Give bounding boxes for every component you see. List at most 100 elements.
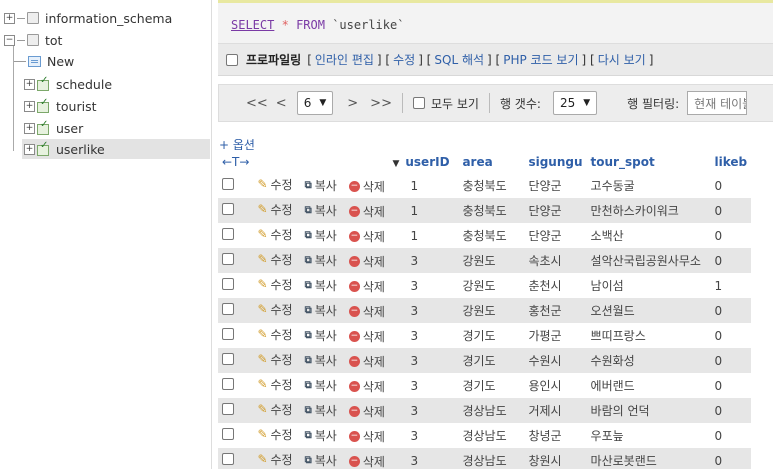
tree-item-tot[interactable]: − tot <box>4 30 62 50</box>
copy-label[interactable]: 복사 <box>315 277 337 294</box>
delete-action[interactable]: − 삭제 <box>348 428 385 445</box>
row-checkbox[interactable] <box>222 403 234 415</box>
table-cell[interactable]: 0 <box>710 298 752 323</box>
table-row[interactable]: ✎ 수정 ⧉ 복사 − 삭제 1 충청북도 단양군 소백산 0 <box>218 223 752 248</box>
edit-label[interactable]: 수정 <box>271 301 293 318</box>
edit-action[interactable]: ✎ 수정 <box>257 176 292 193</box>
first-page-button[interactable]: << <box>246 96 268 111</box>
table-cell[interactable]: 단양군 <box>524 198 587 223</box>
table-cell[interactable]: 경상남도 <box>458 398 525 423</box>
table-cell[interactable]: 1 <box>710 273 752 298</box>
tree-item-user[interactable]: + user <box>24 118 83 138</box>
table-cell[interactable]: 3 <box>406 298 459 323</box>
edit-label[interactable]: 수정 <box>271 276 293 293</box>
edit-label[interactable]: 수정 <box>271 451 293 468</box>
column-arrows-icon[interactable]: ←T→ <box>222 155 249 169</box>
table-cell[interactable]: 고수동굴 <box>586 173 711 198</box>
table-cell[interactable]: 0 <box>710 248 752 273</box>
table-cell[interactable]: 춘천시 <box>524 273 587 298</box>
row-checkbox[interactable] <box>222 328 234 340</box>
table-cell[interactable]: 강원도 <box>458 248 525 273</box>
table-cell[interactable]: 충청북도 <box>458 173 525 198</box>
delete-action[interactable]: − 삭제 <box>348 403 385 420</box>
delete-action[interactable]: − 삭제 <box>348 203 385 220</box>
tree-item-information-schema[interactable]: + information_schema <box>4 8 172 28</box>
copy-action[interactable]: ⧉ 복사 <box>305 452 337 469</box>
table-cell[interactable]: 충청북도 <box>458 223 525 248</box>
copy-action[interactable]: ⧉ 복사 <box>305 352 337 369</box>
edit-action[interactable]: ✎ 수정 <box>257 251 292 268</box>
copy-action[interactable]: ⧉ 복사 <box>305 327 337 344</box>
rows-count-select[interactable]: 25 ▼ <box>552 91 598 115</box>
delete-label[interactable]: 삭제 <box>363 353 385 370</box>
table-cell[interactable]: 경기도 <box>458 348 525 373</box>
header-tour-spot[interactable]: tour_spot <box>586 151 711 173</box>
table-cell[interactable]: 충청북도 <box>458 198 525 223</box>
show-all-checkbox[interactable] <box>412 97 425 109</box>
copy-label[interactable]: 복사 <box>315 202 337 219</box>
tree-item-label[interactable]: user <box>56 121 83 136</box>
table-cell[interactable]: 경상남도 <box>458 423 525 448</box>
delete-action[interactable]: − 삭제 <box>348 303 385 320</box>
tree-item-tourist[interactable]: + tourist <box>24 96 97 116</box>
collapse-icon[interactable]: − <box>4 34 15 46</box>
table-cell[interactable]: 가평군 <box>524 323 587 348</box>
copy-label[interactable]: 복사 <box>315 377 337 394</box>
edit-action[interactable]: ✎ 수정 <box>257 351 292 368</box>
row-checkbox[interactable] <box>222 203 234 215</box>
copy-action[interactable]: ⧉ 복사 <box>305 227 337 244</box>
delete-action[interactable]: − 삭제 <box>348 253 385 270</box>
table-cell[interactable]: 3 <box>406 398 459 423</box>
table-row[interactable]: ✎ 수정 ⧉ 복사 − 삭제 3 경상남도 거제시 바람의 언덕 0 <box>218 398 752 423</box>
table-cell[interactable]: 0 <box>710 373 752 398</box>
table-cell[interactable]: 3 <box>406 373 459 398</box>
table-cell[interactable]: 마산로봇랜드 <box>586 448 711 469</box>
edit-action[interactable]: ✎ 수정 <box>257 201 292 218</box>
tree-item-label[interactable]: tot <box>45 33 62 48</box>
edit-label[interactable]: 수정 <box>271 326 293 343</box>
edit-action[interactable]: ✎ 수정 <box>257 426 292 443</box>
edit-action[interactable]: ✎ 수정 <box>257 451 292 468</box>
copy-action[interactable]: ⧉ 복사 <box>305 277 337 294</box>
table-cell[interactable]: 오션월드 <box>586 298 711 323</box>
table-cell[interactable]: 용인시 <box>524 373 587 398</box>
expand-icon[interactable]: + <box>24 122 35 134</box>
edit-action[interactable]: ✎ 수정 <box>257 401 292 418</box>
next-page-button[interactable]: > <box>347 96 358 111</box>
delete-label[interactable]: 삭제 <box>363 278 385 295</box>
delete-action[interactable]: − 삭제 <box>348 328 385 345</box>
table-row[interactable]: ✎ 수정 ⧉ 복사 − 삭제 3 경상남도 창녕군 우포늪 0 <box>218 423 752 448</box>
copy-action[interactable]: ⧉ 복사 <box>305 252 337 269</box>
edit-label[interactable]: 수정 <box>271 226 293 243</box>
edit-action[interactable]: ✎ 수정 <box>257 326 292 343</box>
edit-link[interactable]: 수정 <box>393 51 415 68</box>
tree-item-schedule[interactable]: + schedule <box>24 74 112 94</box>
table-cell[interactable]: 경기도 <box>458 323 525 348</box>
header-sigungu[interactable]: sigungu <box>524 151 587 173</box>
table-cell[interactable]: 강원도 <box>458 273 525 298</box>
row-checkbox[interactable] <box>222 453 234 465</box>
table-cell[interactable]: 0 <box>710 348 752 373</box>
tree-item-label[interactable]: schedule <box>56 77 112 92</box>
table-row[interactable]: ✎ 수정 ⧉ 복사 − 삭제 3 강원도 춘천시 남이섬 1 <box>218 273 752 298</box>
edit-label[interactable]: 수정 <box>271 201 293 218</box>
table-cell[interactable]: 남이섬 <box>586 273 711 298</box>
table-cell[interactable]: 속초시 <box>524 248 587 273</box>
table-cell[interactable]: 0 <box>710 398 752 423</box>
table-row[interactable]: ✎ 수정 ⧉ 복사 − 삭제 1 충청북도 단양군 만천하스카이워크 0 <box>218 198 752 223</box>
delete-label[interactable]: 삭제 <box>363 378 385 395</box>
row-checkbox[interactable] <box>222 378 234 390</box>
copy-action[interactable]: ⧉ 복사 <box>305 377 337 394</box>
last-page-button[interactable]: >> <box>370 96 392 111</box>
copy-label[interactable]: 복사 <box>315 402 337 419</box>
table-cell[interactable]: 0 <box>710 198 752 223</box>
column-label[interactable]: userID <box>405 155 449 169</box>
table-row[interactable]: ✎ 수정 ⧉ 복사 − 삭제 3 경기도 수원시 수원화성 0 <box>218 348 752 373</box>
table-cell[interactable]: 1 <box>406 173 459 198</box>
table-cell[interactable]: 3 <box>406 423 459 448</box>
profiling-checkbox[interactable] <box>226 53 238 66</box>
row-checkbox[interactable] <box>222 353 234 365</box>
tree-item-label[interactable]: information_schema <box>45 11 172 26</box>
table-cell[interactable]: 수원화성 <box>586 348 711 373</box>
delete-label[interactable]: 삭제 <box>363 403 385 420</box>
